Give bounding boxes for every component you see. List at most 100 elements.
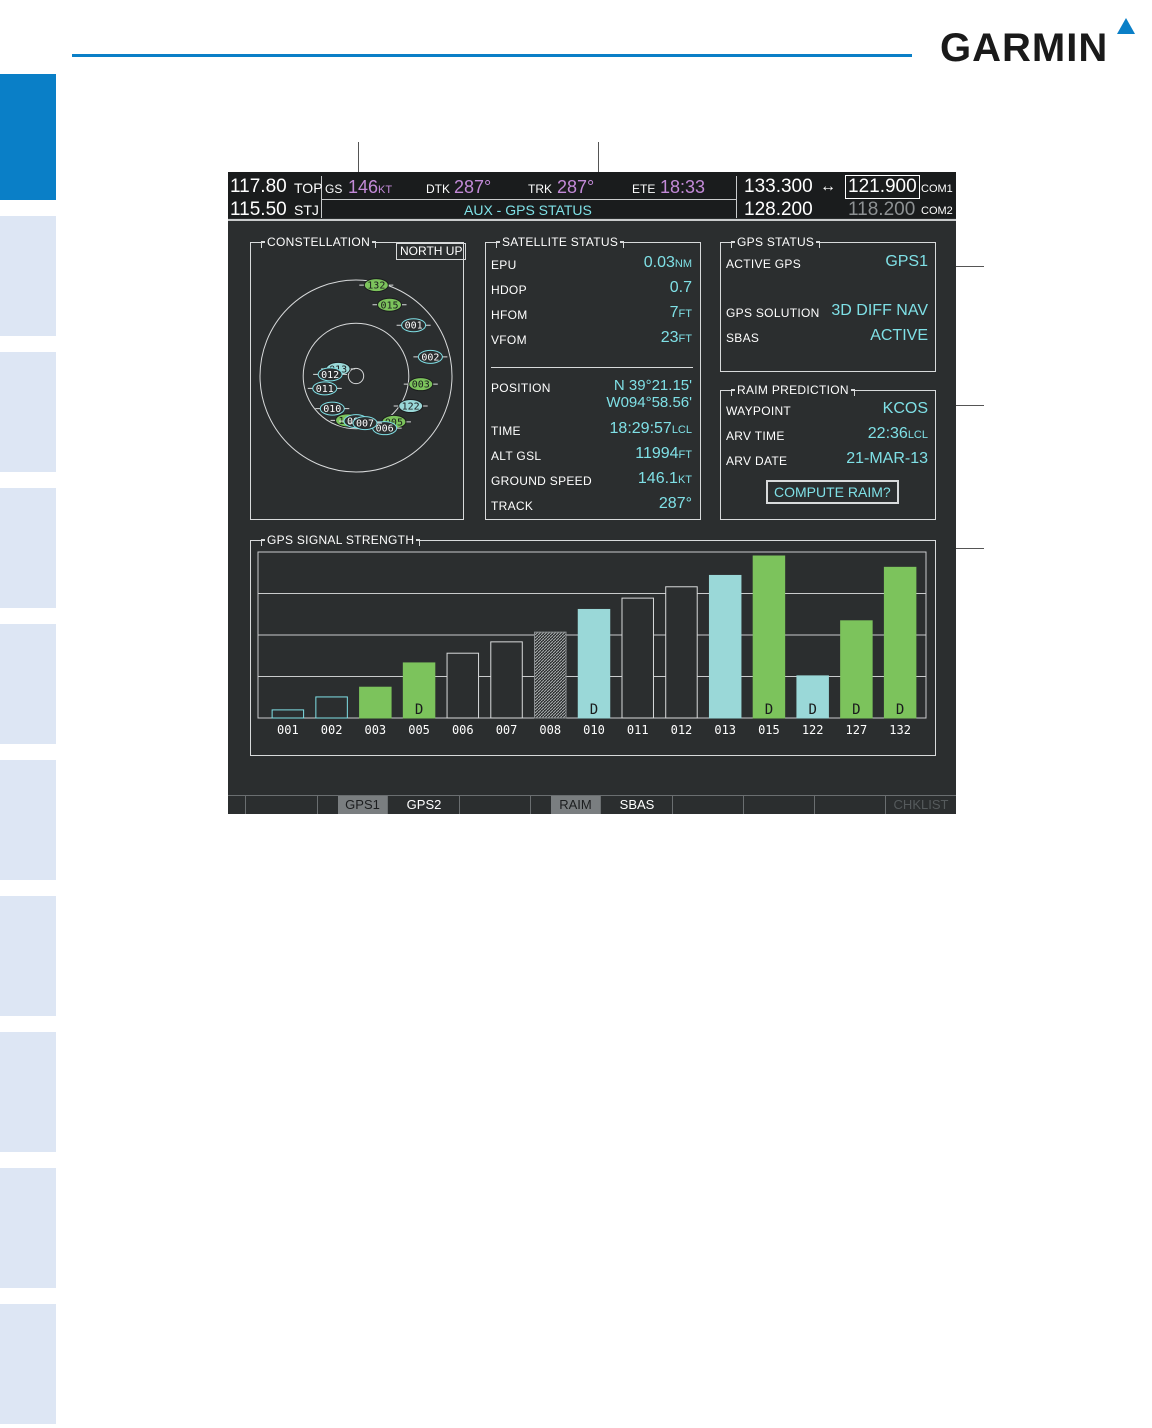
raim-arv-date-value[interactable]: 21-MAR-13 xyxy=(846,450,928,468)
section-tab-6[interactable] xyxy=(0,760,56,880)
signal-bar-013: 013 xyxy=(708,574,742,737)
signal-bar-012: 012 xyxy=(665,586,698,737)
signal-diff-marker: D xyxy=(852,702,860,718)
raim-waypoint-value[interactable]: KCOS xyxy=(883,400,928,418)
softkey-chklist[interactable]: CHKLIST xyxy=(886,796,956,814)
signal-bar-010: D 010 xyxy=(577,608,611,737)
section-tab-5[interactable] xyxy=(0,624,56,744)
signal-bar-132: D 132 xyxy=(883,566,917,737)
sat-status-value-ground-speed: 146.1KT xyxy=(638,470,692,488)
constellation-sky-plot: 0010020151320031220130120110050100061270… xyxy=(259,278,453,473)
sky-satellite-label: 002 xyxy=(421,352,439,363)
sky-satellite-label: 015 xyxy=(380,300,398,311)
signal-bar-label: 013 xyxy=(714,723,736,737)
satellite-status-divider xyxy=(491,367,693,368)
softkey-raim[interactable]: RAIM xyxy=(551,796,601,814)
nav-active-freq[interactable]: 117.80 xyxy=(230,176,287,198)
signal-bar-label: 007 xyxy=(496,723,518,737)
sat-status-label-vfom: VFOM xyxy=(491,333,527,347)
nav-id-2: STJ xyxy=(294,202,319,218)
sat-status-number: 146.1 xyxy=(637,470,678,487)
softkey-gps1[interactable]: GPS1 xyxy=(338,796,388,814)
title-divider xyxy=(322,199,736,200)
softkey-blank-2[interactable] xyxy=(246,796,318,814)
signal-bar-011: 011 xyxy=(621,597,654,737)
sat-status-number: 18:29:57 xyxy=(609,420,672,437)
com1-active-freq[interactable]: 133.300 xyxy=(744,176,813,198)
ete-label: ETE xyxy=(632,182,656,196)
gps-solution-value: 3D DIFF NAV xyxy=(831,302,928,319)
signal-bar-122: D 122 xyxy=(796,675,829,737)
signal-bar-label: 008 xyxy=(539,723,561,737)
signal-bar-label: 002 xyxy=(321,723,343,737)
trk-label: TRK xyxy=(528,182,552,196)
sky-satellite-label: 006 xyxy=(376,424,394,435)
top-bar-divider xyxy=(228,219,956,221)
active-gps-label: ACTIVE GPS xyxy=(726,257,802,271)
signal-bar-005: D 005 xyxy=(402,662,436,737)
softkey-blank-10[interactable] xyxy=(815,796,886,814)
garmin-logo: GARMIN xyxy=(940,18,1145,70)
sky-satellite-label: 001 xyxy=(405,321,423,332)
softkey-blank-8[interactable] xyxy=(673,796,744,814)
sky-satellite-label: 007 xyxy=(356,419,374,430)
sky-satellite-label: 012 xyxy=(321,370,339,381)
sat-status-label-epu: EPU xyxy=(491,258,517,272)
raim-arv-time-value[interactable]: 22:36LCL xyxy=(868,425,928,443)
north-up-button[interactable]: NORTH UP xyxy=(396,243,467,260)
sky-satellite-122: 122 xyxy=(393,399,428,414)
sat-status-value-hfom: 7FT xyxy=(670,304,692,322)
header-rule xyxy=(72,54,912,57)
sky-satellite-002: 002 xyxy=(413,349,448,364)
softkey-blank-1[interactable] xyxy=(228,796,246,814)
signal-bar-label: 132 xyxy=(889,723,911,737)
section-tab-7[interactable] xyxy=(0,896,56,1016)
sky-satellite-label: 010 xyxy=(323,404,341,415)
sat-status-number: 23 xyxy=(660,329,679,346)
compute-raim-button[interactable]: COMPUTE RAIM? xyxy=(766,480,899,504)
sky-satellite-label: 132 xyxy=(367,281,385,292)
com1-label: COM1 xyxy=(921,183,953,195)
sky-satellite-label: 003 xyxy=(412,380,430,391)
section-tab-1[interactable] xyxy=(0,74,56,200)
position-lat: N 39°21.15' xyxy=(613,377,692,394)
section-tab-4[interactable] xyxy=(0,488,56,608)
dtk-label: DTK xyxy=(426,182,450,196)
sat-status-unit: KT xyxy=(677,474,692,486)
sky-satellite-001: 001 xyxy=(396,318,431,333)
com1-swap-icon[interactable]: ↔ xyxy=(820,178,836,196)
softkey-blank-5[interactable] xyxy=(460,796,531,814)
sky-satellite-label: 122 xyxy=(402,402,420,413)
section-tab-9[interactable] xyxy=(0,1168,56,1288)
sat-status-unit: NM xyxy=(674,258,692,270)
sky-ring-3 xyxy=(347,367,365,385)
softkey-gps2[interactable]: GPS2 xyxy=(389,796,460,814)
softkey-sbas[interactable]: SBAS xyxy=(602,796,673,814)
signal-bar-001: 001 xyxy=(271,709,305,737)
com1-standby-freq[interactable]: 121.900 xyxy=(845,175,920,199)
signal-bar-label: 006 xyxy=(452,723,474,737)
com2-standby-freq[interactable]: 118.200 xyxy=(848,199,915,221)
signal-bar-007: 007 xyxy=(490,641,523,737)
sat-status-value-time: 18:29:57LCL xyxy=(610,420,692,438)
section-tab-8[interactable] xyxy=(0,1032,56,1152)
section-tab-10[interactable] xyxy=(0,1304,56,1424)
constellation-title: CONSTELLATION xyxy=(260,235,377,249)
com2-label: COM2 xyxy=(921,205,953,217)
signal-strength-title: GPS SIGNAL STRENGTH xyxy=(260,533,421,547)
nav-standby-freq[interactable]: 115.50 xyxy=(230,199,287,221)
sat-status-label-ground-speed: GROUND SPEED xyxy=(491,474,592,488)
section-tab-2[interactable] xyxy=(0,216,56,336)
ete-value: 18:33 xyxy=(660,177,706,197)
com2-active-freq[interactable]: 128.200 xyxy=(744,199,813,221)
sat-status-label-alt-gsl: ALT GSL xyxy=(491,449,542,463)
sky-satellite-label: 011 xyxy=(316,384,334,395)
sat-status-unit: LCL xyxy=(671,424,692,436)
sat-status-number: 11994 xyxy=(635,445,679,462)
sat-status-value-alt-gsl: 11994FT xyxy=(635,445,692,463)
sat-status-unit: FT xyxy=(678,333,692,345)
section-tab-3[interactable] xyxy=(0,352,56,472)
nav-id-1: TOP xyxy=(294,180,323,196)
softkey-blank-9[interactable] xyxy=(744,796,815,814)
sat-status-value-hdop: 0.7 xyxy=(670,279,692,297)
